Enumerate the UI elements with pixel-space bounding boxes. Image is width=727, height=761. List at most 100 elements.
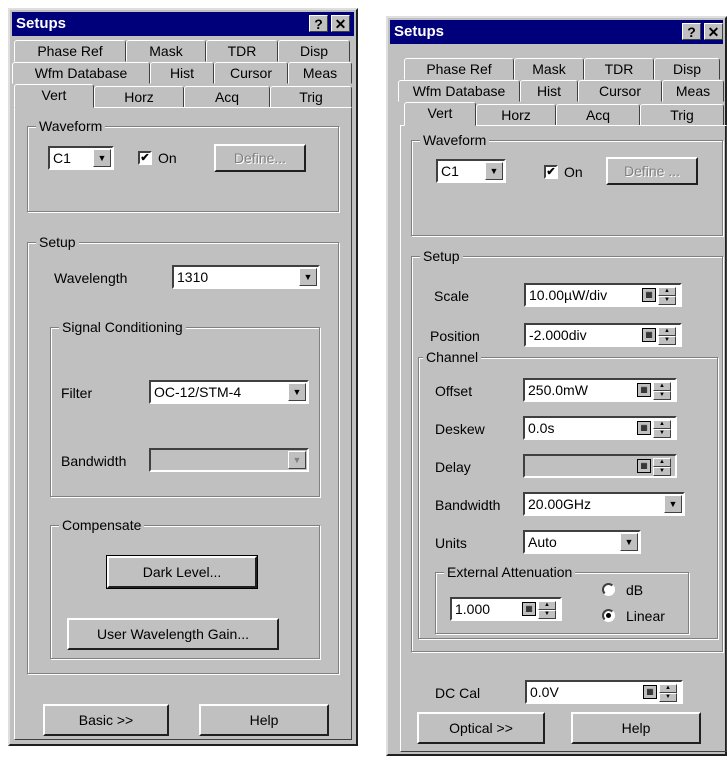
delay-label: Delay xyxy=(435,459,471,475)
up-arrow-icon[interactable]: ▲ xyxy=(658,287,676,296)
tab-vert[interactable]: Vert xyxy=(14,84,94,108)
waveform-group-title: Waveform xyxy=(420,131,490,149)
tab-acq[interactable]: Acq xyxy=(556,104,640,126)
db-radio[interactable] xyxy=(602,583,615,596)
basic-button[interactable]: Basic >> xyxy=(43,704,169,736)
help-button[interactable]: Help xyxy=(571,712,701,744)
keypad-icon[interactable]: ▦ xyxy=(642,288,656,302)
close-icon[interactable]: ✕ xyxy=(331,15,350,32)
deskew-spinner[interactable]: ▦ ▲ ▼ xyxy=(637,420,673,438)
tab-vert[interactable]: Vert xyxy=(404,102,476,126)
waveform-source-select[interactable]: C1 ▼ xyxy=(48,146,114,170)
units-select[interactable]: Auto ▼ xyxy=(523,530,641,554)
tab-horz[interactable]: Horz xyxy=(94,86,184,108)
waveform-source-select[interactable]: C1 ▼ xyxy=(436,159,506,183)
up-arrow-icon[interactable]: ▲ xyxy=(653,420,671,429)
define-button[interactable]: Define ... xyxy=(606,157,698,185)
tab-phase-ref[interactable]: Phase Ref xyxy=(14,40,126,62)
scale-label: Scale xyxy=(434,288,470,304)
chevron-down-icon[interactable]: ▼ xyxy=(299,268,317,286)
dc-cal-field[interactable]: 0.0V ▦ ▲ ▼ xyxy=(525,680,683,704)
waveform-on-checkbox[interactable]: ✔ xyxy=(138,151,152,165)
optical-button[interactable]: Optical >> xyxy=(417,712,545,744)
tab-trig[interactable]: Trig xyxy=(270,86,352,108)
bandwidth-select[interactable]: 20.00GHz ▼ xyxy=(523,492,685,516)
deskew-value: 0.0s xyxy=(528,420,555,436)
keypad-icon[interactable]: ▦ xyxy=(642,328,656,342)
up-arrow-icon[interactable]: ▲ xyxy=(659,684,677,693)
wavelength-select[interactable]: 1310 ▼ xyxy=(172,265,320,289)
tab-tdr[interactable]: TDR xyxy=(584,58,654,80)
tab-meas[interactable]: Meas xyxy=(288,62,352,84)
tab-wfm-database[interactable]: Wfm Database xyxy=(12,62,150,84)
chevron-down-icon[interactable]: ▼ xyxy=(93,149,111,167)
keypad-icon[interactable]: ▦ xyxy=(637,383,651,397)
tab-horz[interactable]: Horz xyxy=(476,104,556,126)
chevron-down-icon[interactable]: ▼ xyxy=(664,495,682,513)
delay-spinner[interactable]: ▦ ▲ ▼ xyxy=(637,458,673,476)
tab-cursor[interactable]: Cursor xyxy=(578,80,662,102)
tab-cursor[interactable]: Cursor xyxy=(214,62,288,84)
down-arrow-icon[interactable]: ▼ xyxy=(658,296,676,305)
filter-value: OC-12/STM-4 xyxy=(154,384,242,400)
filter-select[interactable]: OC-12/STM-4 ▼ xyxy=(149,380,309,404)
keypad-icon[interactable]: ▦ xyxy=(637,459,651,473)
scale-field[interactable]: 10.00µW/div ▦ ▲ ▼ xyxy=(524,283,682,307)
keypad-icon[interactable]: ▦ xyxy=(637,421,651,435)
down-arrow-icon[interactable]: ▼ xyxy=(653,429,671,438)
up-arrow-icon[interactable]: ▲ xyxy=(653,458,671,467)
tab-acq[interactable]: Acq xyxy=(184,86,270,108)
wavelength-label: Wavelength xyxy=(54,270,128,286)
user-wavelength-gain-button[interactable]: User Wavelength Gain... xyxy=(67,618,279,650)
chevron-down-icon[interactable]: ▼ xyxy=(620,533,638,551)
down-arrow-icon[interactable]: ▼ xyxy=(538,610,556,619)
down-arrow-icon[interactable]: ▼ xyxy=(659,693,677,702)
up-arrow-icon[interactable]: ▲ xyxy=(538,601,556,610)
help-icon[interactable]: ? xyxy=(309,15,328,32)
chevron-down-icon[interactable]: ▼ xyxy=(288,451,306,469)
tab-wfm-database[interactable]: Wfm Database xyxy=(398,80,520,102)
offset-field[interactable]: 250.0mW ▦ ▲ ▼ xyxy=(523,378,677,402)
down-arrow-icon[interactable]: ▼ xyxy=(658,336,676,345)
help-button[interactable]: Help xyxy=(199,704,329,736)
tab-mask[interactable]: Mask xyxy=(514,58,584,80)
linear-radio[interactable] xyxy=(602,609,615,622)
scale-spinner[interactable]: ▦ ▲ ▼ xyxy=(642,287,678,305)
dark-level-button[interactable]: Dark Level... xyxy=(106,555,258,589)
position-spinner[interactable]: ▦ ▲ ▼ xyxy=(642,327,678,345)
keypad-icon[interactable]: ▦ xyxy=(643,685,657,699)
down-arrow-icon[interactable]: ▼ xyxy=(653,467,671,476)
tab-hist[interactable]: Hist xyxy=(520,80,578,102)
dc-cal-spinner[interactable]: ▦ ▲ ▼ xyxy=(643,684,679,702)
chevron-down-icon[interactable]: ▼ xyxy=(485,162,503,180)
offset-label: Offset xyxy=(435,383,473,399)
channel-group-title: Channel xyxy=(423,348,482,366)
down-arrow-icon[interactable]: ▼ xyxy=(653,391,671,400)
delay-field[interactable]: ▦ ▲ ▼ xyxy=(523,454,677,478)
deskew-field[interactable]: 0.0s ▦ ▲ ▼ xyxy=(523,416,677,440)
tab-disp[interactable]: Disp xyxy=(654,58,720,80)
chevron-down-icon[interactable]: ▼ xyxy=(288,383,306,401)
waveform-source-value: C1 xyxy=(53,150,71,166)
tab-panel-vert: Waveform C1 ▼ ✔ On Define ... Setup Scal… xyxy=(400,125,727,752)
keypad-icon[interactable]: ▦ xyxy=(522,602,536,616)
position-field[interactable]: -2.000div ▦ ▲ ▼ xyxy=(524,323,682,347)
tab-phase-ref[interactable]: Phase Ref xyxy=(404,58,514,80)
offset-spinner[interactable]: ▦ ▲ ▼ xyxy=(637,382,673,400)
bandwidth-select[interactable]: ▼ xyxy=(149,448,309,472)
help-icon[interactable]: ? xyxy=(682,23,701,40)
external-attenuation-field[interactable]: 1.000 ▦ ▲ ▼ xyxy=(450,597,562,621)
define-button[interactable]: Define... xyxy=(214,144,306,172)
external-attenuation-spinner[interactable]: ▦ ▲ ▼ xyxy=(522,601,558,619)
tab-disp[interactable]: Disp xyxy=(278,40,350,62)
close-icon[interactable]: ✕ xyxy=(704,23,723,40)
waveform-on-checkbox[interactable]: ✔ xyxy=(544,165,558,179)
tab-mask[interactable]: Mask xyxy=(126,40,206,62)
deskew-label: Deskew xyxy=(435,421,485,437)
tab-meas[interactable]: Meas xyxy=(662,80,724,102)
up-arrow-icon[interactable]: ▲ xyxy=(658,327,676,336)
tab-trig[interactable]: Trig xyxy=(640,104,724,126)
up-arrow-icon[interactable]: ▲ xyxy=(653,382,671,391)
tab-hist[interactable]: Hist xyxy=(150,62,214,84)
tab-tdr[interactable]: TDR xyxy=(206,40,278,62)
